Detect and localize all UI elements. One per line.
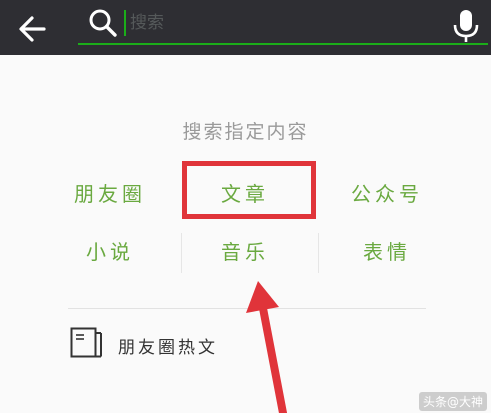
category-stickers[interactable]: 表情	[322, 232, 452, 272]
text-caret	[124, 10, 126, 36]
arrow-left-icon	[19, 16, 46, 42]
highlight-box	[182, 161, 316, 219]
search-panel: 搜索指定内容 朋友圈 文章 公众号 小说 音乐 表情 朋友圈热文 头条@大神	[0, 55, 491, 413]
grid-divider	[318, 233, 319, 273]
microphone-icon	[453, 10, 479, 42]
search-input[interactable]	[124, 8, 450, 38]
watermark: 头条@大神	[418, 392, 487, 411]
category-official-accounts[interactable]: 公众号	[322, 174, 452, 214]
category-moments[interactable]: 朋友圈	[45, 174, 175, 214]
hot-articles-entry[interactable]: 朋友圈热文	[68, 325, 368, 365]
search-underline	[78, 43, 488, 45]
grid-divider	[181, 233, 182, 273]
document-icon	[70, 327, 104, 359]
back-button[interactable]	[14, 8, 52, 46]
search-header	[0, 0, 491, 55]
category-novels[interactable]: 小说	[45, 232, 175, 272]
magnifier-icon	[88, 8, 118, 38]
category-music[interactable]: 音乐	[180, 232, 310, 272]
section-title: 搜索指定内容	[182, 121, 309, 143]
voice-search-button[interactable]	[450, 6, 482, 44]
section-divider	[68, 308, 426, 309]
hot-articles-label: 朋友圈热文	[118, 338, 218, 358]
